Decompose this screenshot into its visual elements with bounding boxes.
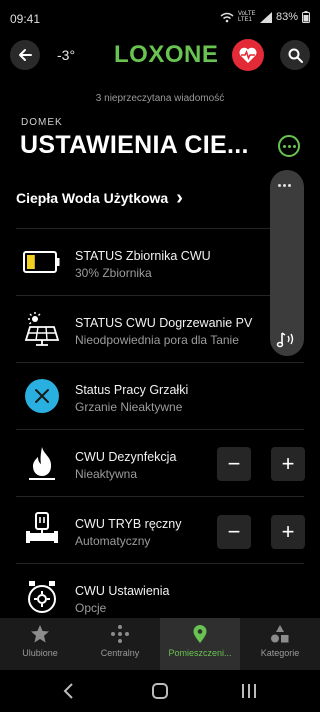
- list-item-heater-status[interactable]: Status Pracy Grzałki Grzanie Nieaktywne: [0, 363, 320, 429]
- row-subtitle: Opcje: [75, 601, 107, 615]
- app-header: -3° LOXONE: [0, 36, 320, 74]
- tab-label: Centralny: [100, 648, 140, 658]
- nav-home-icon[interactable]: [151, 682, 169, 700]
- shapes-icon: [271, 625, 289, 643]
- increase-button[interactable]: +: [271, 515, 305, 549]
- tab-central[interactable]: Centralny: [80, 618, 160, 670]
- row-subtitle: Automatyczny: [75, 534, 151, 548]
- more-dot: [282, 144, 286, 148]
- category-header[interactable]: Ciepła Woda Użytkowa ›: [16, 187, 183, 209]
- battery-label: 83%: [275, 11, 298, 23]
- outdoor-temperature: -3°: [57, 47, 76, 63]
- increase-button[interactable]: +: [271, 447, 305, 481]
- row-title: CWU TRYB ręczny: [75, 517, 182, 531]
- row-subtitle: 30% Zbiornika: [75, 266, 152, 280]
- tab-label: Ulubione: [22, 648, 58, 658]
- row-title: Status Pracy Grzałki: [75, 383, 189, 397]
- row-subtitle: Nieodpowiednia pora dla Tanie: [75, 333, 239, 347]
- arrow-left-icon: [19, 49, 32, 61]
- nav-recents-icon[interactable]: [240, 682, 258, 700]
- status-icons: VoLTE LTE1 83%: [220, 11, 310, 23]
- signal-icon: [259, 11, 272, 23]
- row-title: CWU Ustawienia: [75, 584, 170, 598]
- battery-status-icon: [302, 11, 310, 23]
- settings-dial-icon: [22, 578, 62, 616]
- chevron-right-icon: ›: [176, 187, 183, 209]
- decrease-button[interactable]: −: [217, 515, 251, 549]
- more-options-button[interactable]: [278, 135, 300, 157]
- x-circle-icon: [22, 377, 62, 415]
- row-subtitle: Grzanie Nieaktywne: [75, 400, 183, 414]
- category-label: Ciepła Woda Użytkowa: [16, 190, 169, 206]
- clock: 09:41: [10, 12, 41, 26]
- central-dots-icon: [111, 625, 129, 643]
- decrease-button[interactable]: −: [217, 447, 251, 481]
- tab-categories[interactable]: Kategorie: [240, 618, 320, 670]
- valve-icon: [22, 511, 62, 549]
- nav-back-icon[interactable]: [62, 682, 76, 700]
- row-title: CWU Dezynfekcja: [75, 450, 177, 464]
- location-pin-icon: [193, 625, 207, 643]
- system-navigation-bar: [0, 670, 320, 712]
- page-title: USTAWIENIA CIE...: [20, 131, 249, 159]
- more-dot: [287, 144, 291, 148]
- list-item-disinfection[interactable]: CWU Dezynfekcja Nieaktywna − +: [0, 430, 320, 496]
- music-note-sound-icon[interactable]: [276, 330, 298, 350]
- floating-side-panel[interactable]: [270, 170, 304, 356]
- tab-favorites[interactable]: Ulubione: [0, 618, 80, 670]
- search-button[interactable]: [280, 40, 310, 70]
- row-title: STATUS Zbiornika CWU: [75, 249, 211, 263]
- search-icon: [288, 48, 303, 63]
- heart-pulse-icon: [239, 47, 257, 63]
- row-subtitle: Nieaktywna: [75, 467, 138, 481]
- tab-label: Pomieszczeni...: [168, 648, 232, 658]
- more-dot: [292, 144, 296, 148]
- tab-rooms[interactable]: Pomieszczeni...: [160, 618, 240, 670]
- tab-label: Kategorie: [260, 648, 300, 658]
- list-item-settings[interactable]: CWU Ustawienia Opcje: [0, 564, 320, 618]
- flame-icon: [22, 444, 62, 482]
- room-eyebrow: DOMEK: [21, 117, 63, 128]
- back-button[interactable]: [10, 40, 40, 70]
- status-bar: 09:41 VoLTE LTE1 83%: [0, 0, 320, 36]
- list-item-manual-mode[interactable]: CWU TRYB ręczny Automatyczny − +: [0, 497, 320, 563]
- panel-more-icon[interactable]: [278, 184, 291, 187]
- loxone-logo: LOXONE: [114, 41, 219, 68]
- star-icon: [31, 625, 49, 643]
- wifi-icon: [220, 12, 234, 22]
- health-button[interactable]: [232, 39, 264, 71]
- solar-panel-icon: [22, 310, 62, 348]
- unread-messages-notice[interactable]: 3 nieprzeczytana wiadomość: [0, 93, 320, 104]
- network-label: VoLTE LTE1: [237, 11, 256, 23]
- row-title: STATUS CWU Dogrzewanie PV: [75, 316, 253, 330]
- bottom-tab-bar: Ulubione Centralny Pomieszczeni... Kateg…: [0, 618, 320, 670]
- battery-low-icon: [22, 243, 62, 281]
